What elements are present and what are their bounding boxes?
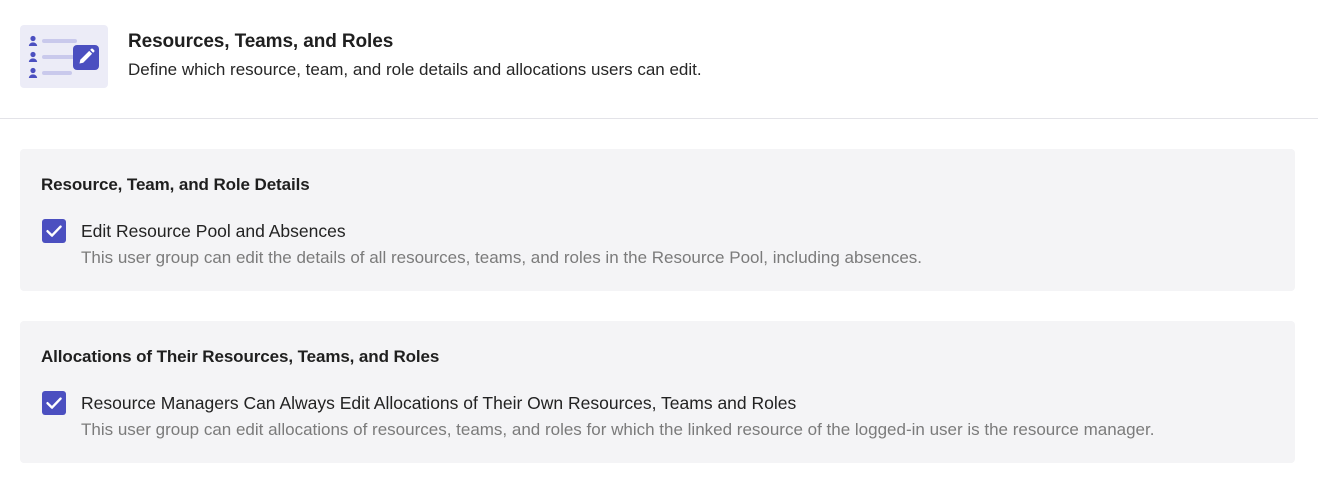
page-subtitle: Define which resource, team, and role de… (128, 60, 702, 79)
edit-resource-pool-description: This user group can edit the details of … (81, 248, 923, 267)
header-text: Resources, Teams, and Roles Define which… (128, 30, 702, 81)
page-title: Resources, Teams, and Roles (128, 31, 394, 52)
page-header: Resources, Teams, and Roles Define which… (0, 0, 1318, 119)
resource-managers-edit-allocations-checkbox[interactable] (42, 391, 66, 415)
edit-resource-pool-label[interactable]: Edit Resource Pool and Absences (81, 220, 346, 242)
resource-managers-edit-allocations-label[interactable]: Resource Managers Can Always Edit Alloca… (81, 392, 796, 414)
edit-resource-pool-checkbox[interactable] (42, 219, 66, 243)
resource-managers-edit-allocations-description: This user group can edit allocations of … (81, 420, 1155, 439)
section-resource-details: Resource, Team, and Role Details Edit Re… (20, 149, 1295, 291)
section-allocations: Allocations of Their Resources, Teams, a… (20, 321, 1295, 463)
checkmark-icon (46, 397, 62, 409)
user-list-edit-icon (20, 25, 108, 88)
checkmark-icon (46, 225, 62, 237)
section-title: Resource, Team, and Role Details (41, 175, 310, 194)
section-title: Allocations of Their Resources, Teams, a… (41, 347, 440, 366)
